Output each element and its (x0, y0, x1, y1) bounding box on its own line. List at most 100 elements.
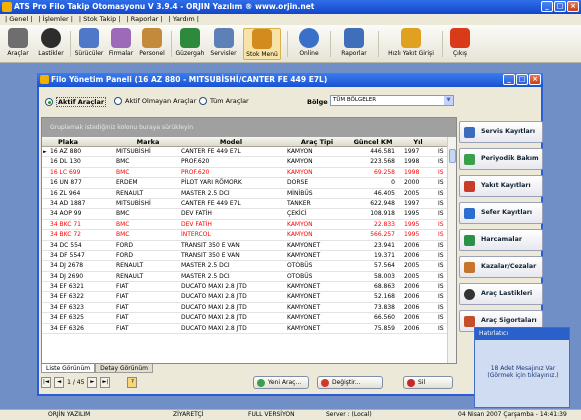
table-row[interactable]: 34 BKC 71 BMC DEV FATİH KAMYON 22.833 1995 IS (42, 220, 456, 231)
side-sefer-kayitlari[interactable]: Sefer Kayıtları (459, 202, 543, 224)
new-vehicle-button[interactable]: Yeni Araç... (253, 376, 309, 389)
side-periyodik-bakim[interactable]: Periyodik Bakım (459, 148, 543, 170)
menu-yardim[interactable]: | Yardım | (166, 14, 202, 25)
table-row[interactable]: 16 LC 699 BMC PROF.620 KAMYON 69.258 1998 IS (42, 168, 456, 179)
menu-genel[interactable]: | Genel | (2, 14, 35, 25)
grid-body: ► 16 AZ 880 MITSUBİSHİ CANTER FE 449 E7L KAM… (42, 147, 456, 335)
col-plaka[interactable]: Plaka (50, 137, 86, 147)
cell-km: 22.833 (374, 220, 395, 228)
cell-yil: 2006 (404, 283, 420, 291)
next-page-button[interactable]: ► (87, 376, 98, 388)
route-icon (180, 28, 200, 48)
toolbar-stok-menu[interactable]: Stok Menü (243, 28, 281, 60)
col-model[interactable]: Model (182, 137, 280, 147)
menu-stok-takip[interactable]: | Stok Takip | (76, 14, 124, 25)
filter-bar: Aktif Araçlar Aktif Olmayan Araçlar Tüm … (39, 89, 459, 111)
table-row[interactable]: 34 EF 6326 FIAT DUCATO MAXI 2.8 JTD KAMYONE… (42, 324, 456, 335)
col-marka[interactable]: Marka (122, 137, 174, 147)
side-label: Periyodik Bakım (481, 155, 539, 162)
table-row[interactable]: 34 DJ 2690 RENAULT MASTER 2.5 DCI OTOBÜS 58.… (42, 272, 456, 283)
menu-islemler[interactable]: | İşlemler | (35, 14, 75, 25)
toolbar-araclar[interactable]: Araçlar (3, 28, 33, 60)
side-yakit-kayitlari[interactable]: Yakıt Kayıtları (459, 175, 543, 197)
radio-aktif[interactable]: Aktif Araçlar (45, 97, 107, 107)
cell-tip: MİNİBÜS (287, 189, 313, 197)
bolge-select[interactable]: TÜM BÖLGELER ▼ (330, 95, 454, 106)
table-row[interactable]: 16 ZL 964 RENAULT MASTER 2.5 DCI MİNİBÜS 46.… (42, 189, 456, 199)
table-row[interactable]: 16 UN 877 ERDEM PİLOT YARI RÖMORK DORSE 0 200… (42, 178, 456, 189)
cell-plaka: 16 AZ 880 (50, 148, 82, 155)
status-version: FULL VERSİYON (248, 411, 295, 418)
col-arac-tipi[interactable]: Araç Tipi (286, 137, 348, 147)
table-row[interactable]: 16 DL 130 BMC PROF.620 KAMYON 223.568 1998 IS (42, 157, 456, 168)
toolbar-hizli-yakit[interactable]: Hızlı Yakıt Girişi (384, 28, 438, 60)
toolbar-guzergah[interactable]: Güzergah (174, 28, 206, 60)
cell-marka: FORD (116, 251, 133, 259)
table-row[interactable]: 34 AOP 99 BMC DEV FATİH ÇEKİCİ 108.918 1995 IS (42, 209, 456, 220)
table-row[interactable]: 34 AD 1887 MITSUBİSHİ CANTER FE 449 E7L TAN… (42, 199, 456, 210)
bolge-value: TÜM BÖLGELER (333, 97, 377, 103)
side-kazalar-cezalar[interactable]: Kazalar/Cezalar (459, 256, 543, 278)
table-row[interactable]: 34 DJ 2678 RENAULT MASTER 2.5 DCI OTOBÜS 57.… (42, 261, 456, 272)
table-row[interactable]: 34 DF 5547 FORD TRANSIT 350 E VAN KAMYONET 1… (42, 251, 456, 262)
toolbar-servisler[interactable]: Servisler (207, 28, 240, 60)
toolbar-online[interactable]: Online (294, 28, 324, 60)
tab-liste[interactable]: Liste Görünüm (41, 364, 96, 373)
delete-icon (407, 379, 415, 387)
radio-aktif-olmayan[interactable]: Aktif Olmayan Araçlar (114, 97, 196, 105)
side-servis-kayitlari[interactable]: Servis Kayıtları (459, 121, 543, 143)
last-page-button[interactable]: ►| (100, 376, 111, 388)
table-row[interactable]: ► 16 AZ 880 MITSUBİSHİ CANTER FE 449 E7L KAM… (42, 147, 456, 158)
reminder-message[interactable]: 18 Adet Mesajınız Var (Görmek için tıkla… (481, 365, 565, 379)
table-row[interactable]: 34 EF 6325 FIAT DUCATO MAXI 2.8 JTD KAMYONE… (42, 313, 456, 324)
toolbar-lastikler[interactable]: Lastikler (36, 28, 66, 60)
delete-button[interactable]: Sil (403, 376, 453, 389)
fuel-record-icon (464, 181, 475, 192)
minimize-button[interactable]: _ (541, 1, 553, 12)
cell-km: 68.863 (374, 283, 395, 291)
toolbar-suruculer[interactable]: Sürücüler (74, 28, 104, 60)
col-yil[interactable]: Yıl (398, 137, 438, 147)
table-row[interactable]: 34 EF 6323 FIAT DUCATO MAXI 2.8 JTD KAMYONE… (42, 303, 456, 314)
help-button[interactable]: ? (127, 376, 138, 388)
prev-page-button[interactable]: ◄ (54, 376, 65, 388)
grid-scrollbar[interactable] (447, 137, 456, 363)
table-row[interactable]: 34 EF 6321 FIAT DUCATO MAXI 2.8 JTD KAMYONE… (42, 282, 456, 293)
toolbar-personel[interactable]: Personel (137, 28, 167, 60)
tire-icon (41, 28, 61, 48)
radio-tum[interactable]: Tüm Araçlar (199, 97, 249, 105)
col-guncel-km[interactable]: Güncel KM (348, 137, 398, 147)
toolbar-raporlar[interactable]: Raporlar (336, 28, 372, 60)
cell-model: DUCATO MAXI 2.8 JTD (181, 283, 247, 291)
reminder-popup[interactable]: Hatırlatıcı 18 Adet Mesajınız Var (Görme… (474, 327, 570, 408)
radio-dot-icon (199, 97, 207, 105)
maximize-button[interactable]: □ (554, 1, 566, 12)
panel-minimize-button[interactable]: _ (503, 74, 515, 85)
cell-model: PROF.620 (181, 158, 210, 166)
table-row[interactable]: 34 BKC 72 BMC İNTERCOL KAMYON 566.257 1995 IS (42, 230, 456, 241)
group-by-panel[interactable]: Gruplamak istediğiniz kolonu buraya sürü… (42, 118, 456, 137)
toolbar-cikis[interactable]: Çıkış (446, 28, 474, 60)
cell-plaka: 16 UN 877 (50, 179, 82, 187)
toolbar-firmalar[interactable]: Firmalar (106, 28, 136, 60)
cell-model: MASTER 2.5 DCI (181, 262, 230, 270)
side-harcamalar[interactable]: Harcamalar (459, 229, 543, 251)
cell-km: 57.564 (374, 262, 395, 270)
table-row[interactable]: 34 EF 6322 FIAT DUCATO MAXI 2.8 JTD KAMYONE… (42, 292, 456, 303)
menu-raporlar[interactable]: | Raporlar | (124, 14, 166, 25)
tire-icon (464, 289, 475, 300)
cell-km: 69.258 (374, 168, 395, 176)
tab-detay[interactable]: Detay Görünüm (95, 364, 153, 373)
panel-maximize-button[interactable]: □ (516, 74, 528, 85)
cell-model: DUCATO MAXI 2.8 JTD (181, 303, 247, 311)
side-arac-lastikleri[interactable]: Araç Lastikleri (459, 283, 543, 305)
scroll-thumb[interactable] (449, 149, 456, 163)
chevron-down-icon[interactable]: ▼ (444, 96, 453, 105)
edit-button[interactable]: Değiştir... (317, 376, 383, 389)
cell-model: İNTERCOL (181, 231, 211, 239)
first-page-button[interactable]: |◄ (41, 376, 52, 388)
table-row[interactable]: 34 DC 554 FORD TRANSIT 350 E VAN KAMYONET 23… (42, 241, 456, 251)
panel-close-button[interactable]: × (529, 74, 541, 85)
cell-km: 52.168 (374, 293, 395, 301)
close-button[interactable]: × (567, 1, 579, 12)
